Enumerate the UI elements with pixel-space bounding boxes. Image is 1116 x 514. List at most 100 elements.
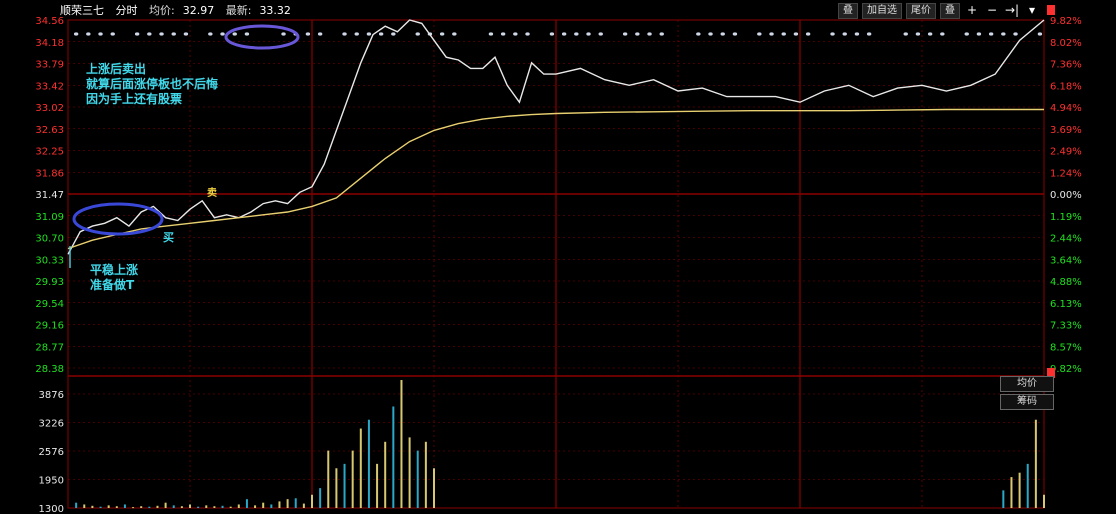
volume-bar [270, 504, 273, 508]
price-tick-label: 29.93 [35, 277, 64, 288]
event-dot [159, 32, 164, 36]
annotation-overlay [69, 5, 1055, 378]
volume-bar [408, 437, 411, 508]
volume-tick-label: 1300 [39, 504, 64, 514]
event-dot [500, 32, 506, 36]
percent-tick-label: 2.44% [1050, 234, 1082, 245]
volume-bar [245, 499, 248, 508]
event-markers [73, 32, 1043, 36]
volume-bar [400, 380, 403, 508]
price-tick-label: 29.54 [35, 299, 64, 310]
volume-bar [213, 506, 216, 508]
price-tick-label: 34.18 [35, 38, 64, 49]
volume-bar [1010, 477, 1013, 508]
volume-bar [164, 502, 167, 508]
volume-bar [335, 468, 338, 508]
event-dot [842, 32, 847, 36]
price-tick-label: 33.42 [35, 81, 64, 92]
price-tick-label: 31.47 [35, 190, 64, 201]
event-dot [549, 32, 555, 36]
percent-tick-label: 9.82% [1050, 16, 1082, 27]
avg-price-toggle[interactable]: 均价 [1000, 376, 1054, 392]
event-dot [232, 32, 237, 36]
volume-bar [384, 441, 387, 508]
event-dot [73, 32, 79, 36]
price-tick-label: 31.86 [35, 168, 64, 179]
event-dot [622, 32, 628, 36]
event-dot [805, 32, 811, 36]
event-dot [781, 32, 786, 36]
buy-mark: 买 [163, 231, 174, 244]
volume-bar [311, 494, 313, 508]
event-dot [659, 32, 664, 36]
sell-annotation: 上涨后卖出 就算后面涨停板也不后悔 因为手上还有股票 [86, 62, 218, 107]
volume-bar [189, 504, 191, 508]
chips-toggle[interactable]: 筹码 [1000, 394, 1054, 410]
volume-bar [132, 507, 135, 509]
volume-bar [148, 506, 151, 508]
event-dot [1001, 32, 1006, 36]
percent-tick-label: 1.24% [1050, 168, 1082, 179]
price-tick-label: 31.09 [35, 212, 64, 223]
event-dot [940, 32, 945, 36]
volume-bar [172, 505, 175, 508]
volume-bar [1026, 463, 1029, 508]
event-dot [366, 32, 372, 36]
event-dot [244, 32, 250, 36]
event-dot [525, 32, 530, 36]
volume-bar [376, 463, 379, 508]
price-tick-label: 30.70 [35, 234, 64, 245]
volume-tick-label: 3226 [39, 419, 64, 430]
percent-tick-label: 8.02% [1050, 38, 1082, 49]
price-tick-label: 28.77 [35, 342, 64, 353]
volume-bar [1034, 419, 1037, 508]
event-dot [513, 32, 518, 36]
volume-bar [123, 504, 126, 508]
event-dot [378, 32, 384, 36]
percent-tick-label: 0.00% [1050, 190, 1082, 201]
volume-tick-label: 2576 [39, 447, 64, 458]
percent-tick-label: 7.33% [1050, 321, 1082, 332]
pct-axis-marker [1047, 5, 1055, 15]
volume-bar [180, 506, 183, 508]
event-dot [696, 32, 701, 36]
buy-note-line-1: 平稳上涨 [90, 263, 139, 277]
percent-tick-label: 3.69% [1050, 125, 1082, 136]
event-dot [598, 32, 603, 36]
price-tick-label: 32.25 [35, 147, 64, 158]
percent-tick-label: 6.13% [1050, 299, 1082, 310]
event-dot [769, 32, 774, 36]
volume-bar [140, 506, 143, 508]
volume-bar [205, 505, 208, 508]
percent-tick-label: 4.94% [1050, 103, 1082, 114]
volume-bar [302, 503, 305, 508]
percent-axis: 9.82% 8.02% 7.36% 6.18% 4.94% 3.69% 2.49% 1.24%… [1050, 16, 1082, 375]
event-dot [415, 32, 420, 36]
sell-zone-ellipse [224, 24, 300, 50]
volume-bar [327, 450, 330, 508]
volume-bar [115, 506, 118, 508]
event-dot [439, 32, 445, 36]
event-dot [915, 32, 921, 36]
event-dot [220, 32, 225, 36]
event-dot [866, 32, 872, 36]
price-tick-label: 30.33 [35, 255, 64, 266]
volume-axis: 3876 3226 2576 1950 1300 [39, 390, 64, 514]
event-dot [134, 32, 140, 36]
volume-bar [262, 502, 265, 508]
sell-note-line-3: 因为手上还有股票 [86, 92, 183, 106]
volume-bar [343, 463, 346, 508]
event-dot [647, 32, 652, 36]
percent-tick-label: 6.18% [1050, 81, 1082, 92]
volume-bar [351, 450, 354, 508]
price-tick-label: 32.63 [35, 125, 64, 136]
event-dot [720, 32, 725, 36]
event-dot [98, 32, 103, 36]
event-dot [147, 32, 152, 36]
volume-bar [1018, 472, 1021, 508]
price-tick-label: 28.38 [35, 364, 64, 375]
sell-mark: 卖 [207, 188, 217, 199]
percent-tick-label: 7.36% [1050, 60, 1082, 71]
buy-annotation: 平稳上涨 准备做T [90, 263, 138, 293]
event-dot [305, 32, 311, 36]
